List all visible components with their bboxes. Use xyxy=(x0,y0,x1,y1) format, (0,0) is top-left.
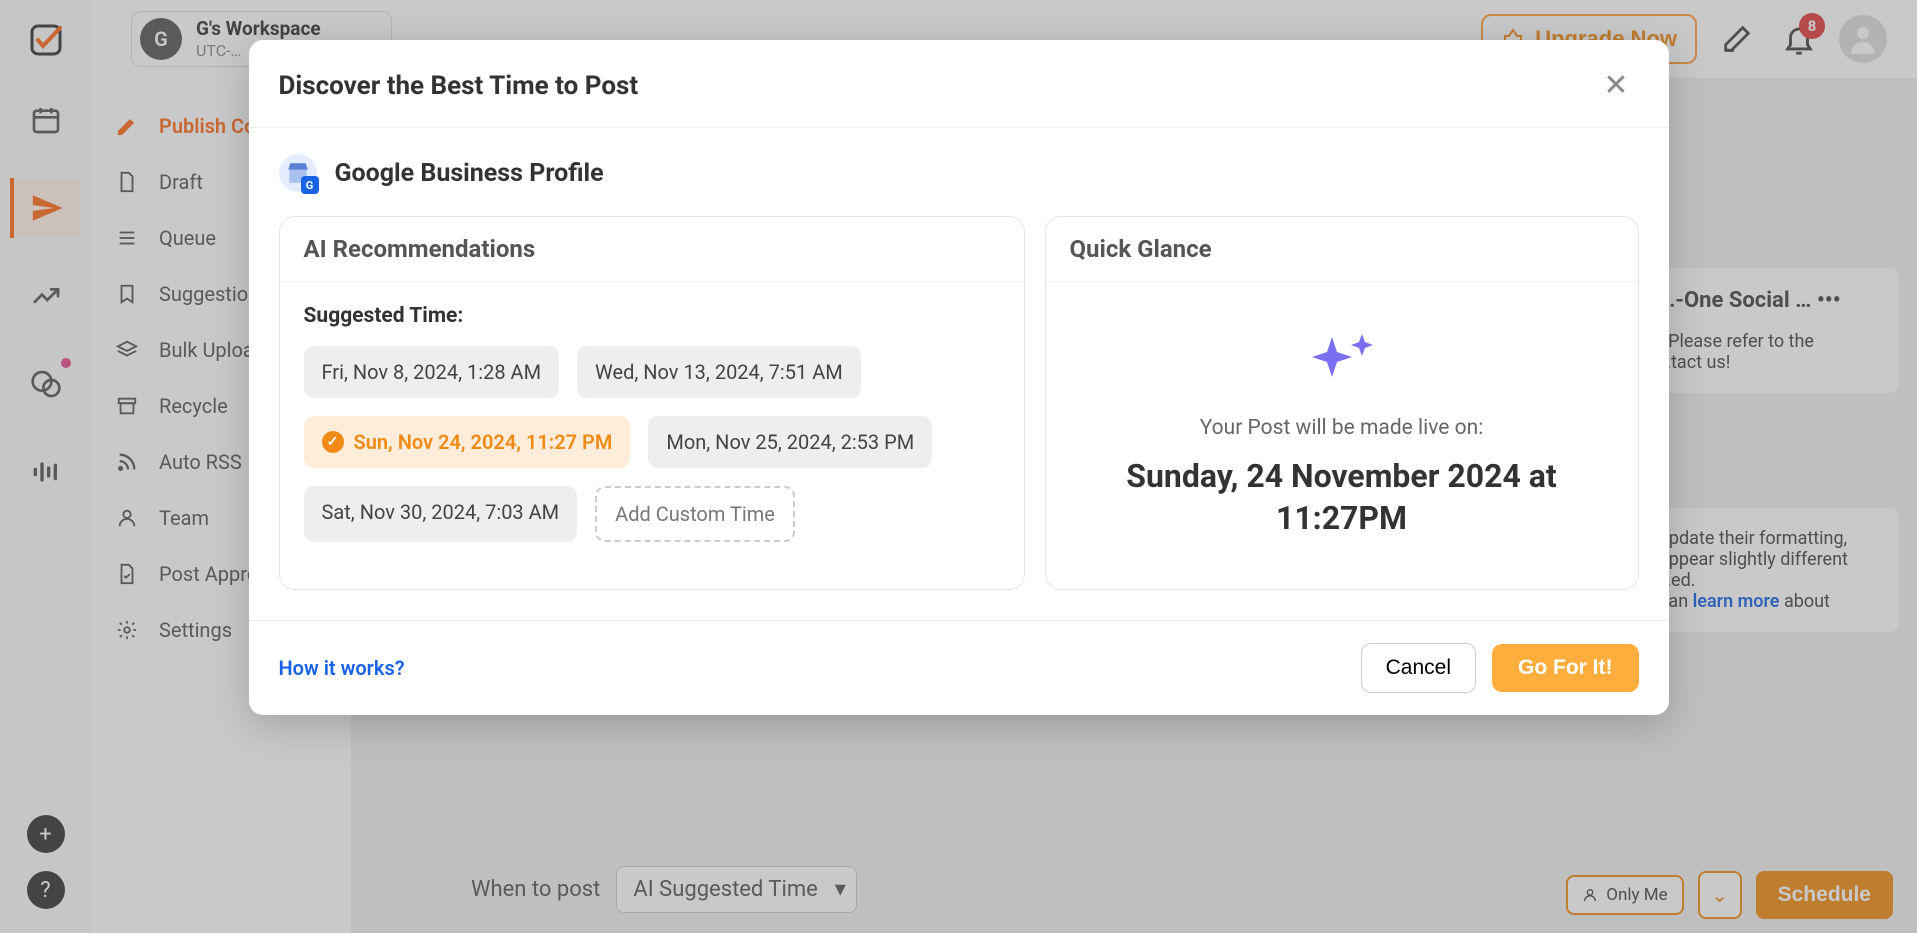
go-for-it-button[interactable]: Go For It! xyxy=(1492,644,1638,692)
quick-glance-header: Quick Glance xyxy=(1046,217,1638,282)
time-chip[interactable]: Fri, Nov 8, 2024, 1:28 AM xyxy=(304,346,560,398)
time-chip[interactable]: Mon, Nov 25, 2024, 2:53 PM xyxy=(648,416,932,468)
how-it-works-link[interactable]: How it works? xyxy=(279,656,405,680)
quick-glance-subtext: Your Post will be made live on: xyxy=(1070,416,1614,440)
time-chip-selected[interactable]: ✓ Sun, Nov 24, 2024, 11:27 PM xyxy=(304,416,631,468)
check-icon: ✓ xyxy=(322,431,344,453)
best-time-modal: Discover the Best Time to Post ✕ G Googl… xyxy=(249,40,1669,715)
close-icon[interactable]: ✕ xyxy=(1593,64,1638,107)
time-chip-label: Sun, Nov 24, 2024, 11:27 PM xyxy=(354,430,613,454)
quick-glance-panel: Quick Glance Your Post will be made live… xyxy=(1045,216,1639,590)
profile-name: Google Business Profile xyxy=(335,159,604,188)
ai-panel-header: AI Recommendations xyxy=(280,217,1024,282)
google-business-icon: G xyxy=(279,154,317,192)
suggested-time-label: Suggested Time: xyxy=(304,304,1000,328)
time-chip[interactable]: Sat, Nov 30, 2024, 7:03 AM xyxy=(304,486,578,542)
modal-title: Discover the Best Time to Post xyxy=(279,71,639,101)
quick-glance-datetime: Sunday, 24 November 2024 at 11:27PM xyxy=(1070,456,1614,539)
sparkle-icon xyxy=(1070,332,1614,398)
add-custom-time-chip[interactable]: Add Custom Time xyxy=(595,486,795,542)
cancel-button[interactable]: Cancel xyxy=(1361,643,1476,693)
time-chip[interactable]: Wed, Nov 13, 2024, 7:51 AM xyxy=(577,346,861,398)
ai-recommendations-panel: AI Recommendations Suggested Time: Fri, … xyxy=(279,216,1025,590)
